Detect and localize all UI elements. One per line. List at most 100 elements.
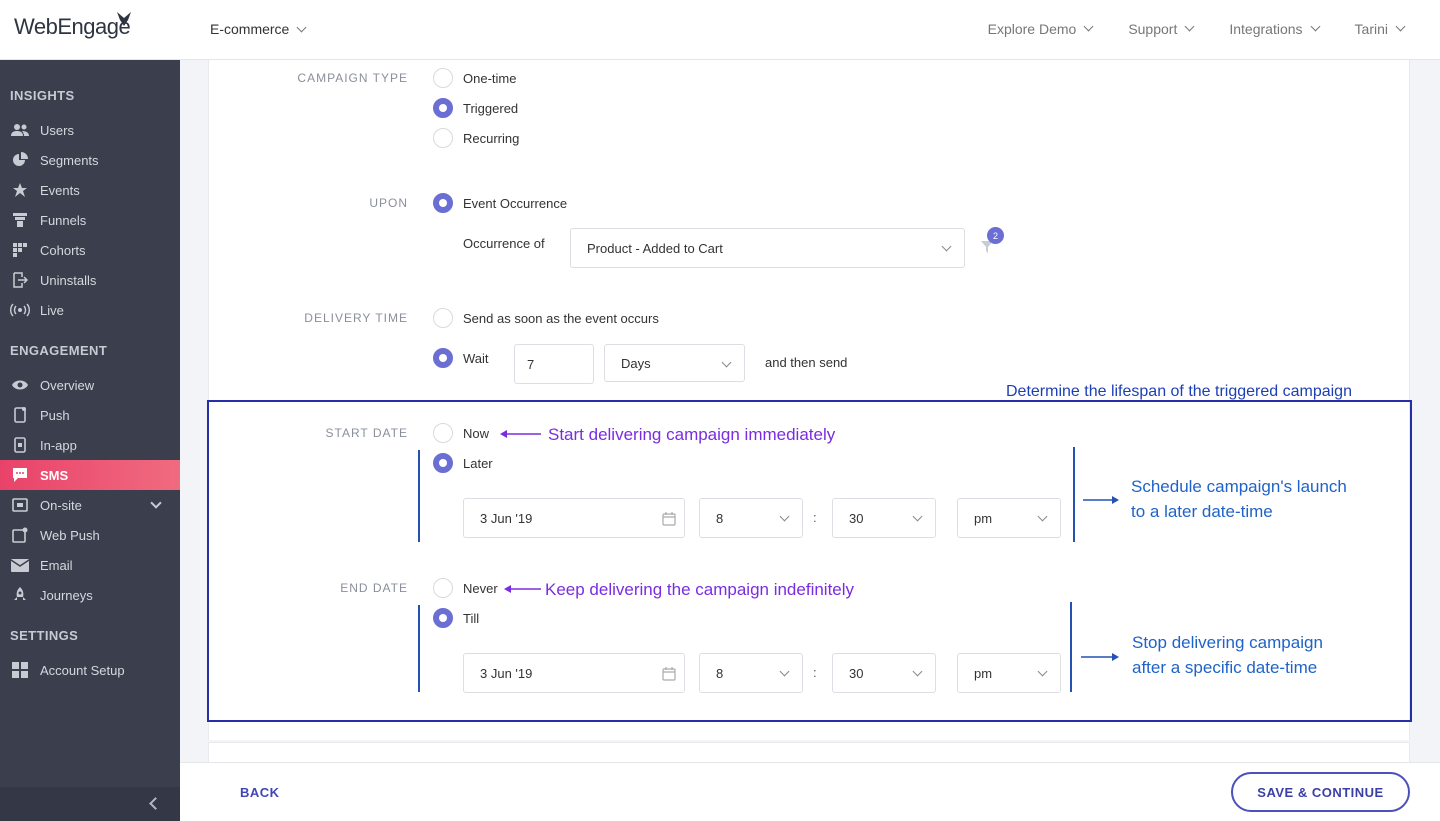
sidebar-item-label: Uninstalls <box>40 272 97 288</box>
star-icon <box>10 182 30 198</box>
arrow-left-icon <box>500 430 541 438</box>
radio-label-never: Never <box>463 581 498 596</box>
rocket-icon <box>10 587 30 603</box>
project-name: E-commerce <box>210 21 290 37</box>
radio-start-now[interactable] <box>433 423 453 443</box>
calendar-icon <box>662 512 676 526</box>
save-continue-button[interactable]: SAVE & CONTINUE <box>1231 772 1410 812</box>
sidebar-item-journeys[interactable]: Journeys <box>0 580 180 610</box>
webengage-logo[interactable]: WebEngage <box>14 14 131 40</box>
calendar-icon <box>662 667 676 681</box>
arrow-right-icon <box>1081 653 1119 661</box>
end-date-picker[interactable]: 3 Jun '19 <box>463 653 685 693</box>
chevron-down-icon <box>912 511 923 522</box>
start-hour-select[interactable]: 8 <box>699 498 803 538</box>
end-date-value: 3 Jun '19 <box>480 665 533 681</box>
radio-label-later: Later <box>463 456 493 471</box>
nav-integrations[interactable]: Integrations <box>1229 21 1320 37</box>
radio-triggered[interactable] <box>433 98 453 118</box>
wait-unit-select[interactable]: Days <box>604 344 745 382</box>
end-ampm-select[interactable]: pm <box>957 653 1061 693</box>
nav-user-menu[interactable]: Tarini <box>1355 21 1406 37</box>
project-selector[interactable]: E-commerce <box>210 21 307 37</box>
annotation-till: Stop delivering campaign after a specifi… <box>1132 630 1323 680</box>
end-minute-select[interactable]: 30 <box>832 653 936 693</box>
filter-count-badge: 2 <box>987 227 1004 244</box>
chevron-down-icon <box>1083 21 1094 31</box>
sidebar-section-settings: SETTINGS <box>10 628 79 643</box>
sidebar-item-label: SMS <box>40 467 69 483</box>
funnel-icon <box>10 212 30 228</box>
top-nav: Explore Demo Support Integrations Tarini <box>988 21 1406 37</box>
sidebar-item-push[interactable]: Push <box>0 400 180 430</box>
start-ampm-select[interactable]: pm <box>957 498 1061 538</box>
radio-send-immediately[interactable] <box>433 308 453 328</box>
annotation-header: Determine the lifespan of the triggered … <box>1006 383 1352 400</box>
browser-icon <box>10 497 30 513</box>
start-date-picker[interactable]: 3 Jun '19 <box>463 498 685 538</box>
chevron-down-icon <box>721 357 732 368</box>
time-separator: : <box>813 510 817 525</box>
event-select[interactable]: Product - Added to Cart <box>570 228 965 268</box>
sidebar-item-funnels[interactable]: Funnels <box>0 205 180 235</box>
sidebar-item-label: Push <box>40 407 70 423</box>
nav-support[interactable]: Support <box>1128 21 1195 37</box>
sidebar-item-account-setup[interactable]: Account Setup <box>0 655 180 685</box>
start-hour-value: 8 <box>716 510 724 526</box>
sidebar-item-sms[interactable]: SMS <box>0 460 180 490</box>
sidebar-item-label: Segments <box>40 152 99 168</box>
sidebar-item-on-site[interactable]: On-site <box>0 490 180 520</box>
and-then-send-text: and then send <box>765 355 848 370</box>
next-section-card <box>208 742 1410 762</box>
radio-wait[interactable] <box>433 348 453 368</box>
sidebar-item-events[interactable]: Events <box>0 175 180 205</box>
users-icon <box>10 122 30 138</box>
sidebar-item-segments[interactable]: Segments <box>0 145 180 175</box>
sidebar-item-overview[interactable]: Overview <box>0 370 180 400</box>
sidebar-section-insights: INSIGHTS <box>10 88 75 103</box>
chevron-down-icon <box>1037 666 1048 677</box>
wait-unit-value: Days <box>621 355 651 371</box>
chevron-down-icon <box>1395 21 1406 31</box>
annotation-bracket <box>418 450 420 542</box>
sidebar-item-web-push[interactable]: Web Push <box>0 520 180 550</box>
radio-end-till[interactable] <box>433 608 453 628</box>
start-minute-select[interactable]: 30 <box>832 498 936 538</box>
sidebar-item-label: Journeys <box>40 587 93 603</box>
envelope-icon <box>10 557 30 573</box>
annotation-bracket <box>1073 447 1075 542</box>
logo-bird-icon <box>117 12 131 26</box>
nav-label: Support <box>1128 21 1178 37</box>
sidebar-item-label: Email <box>40 557 73 573</box>
annotation-till-line2: after a specific date-time <box>1132 658 1318 677</box>
arrow-left-icon <box>504 585 541 593</box>
sidebar-item-label: Live <box>40 302 64 318</box>
sidebar-item-in-app[interactable]: In-app <box>0 430 180 460</box>
annotation-later-line1: Schedule campaign's launch <box>1131 477 1347 496</box>
start-date-label: START DATE <box>325 426 408 440</box>
sidebar-item-live[interactable]: Live <box>0 295 180 325</box>
upon-label: UPON <box>369 196 408 210</box>
radio-recurring[interactable] <box>433 128 453 148</box>
sidebar-item-uninstalls[interactable]: Uninstalls <box>0 265 180 295</box>
end-hour-select[interactable]: 8 <box>699 653 803 693</box>
sidebar-collapse-button[interactable] <box>0 787 180 821</box>
sidebar-item-cohorts[interactable]: Cohorts <box>0 235 180 265</box>
radio-label-till: Till <box>463 611 480 626</box>
radio-start-later[interactable] <box>433 453 453 473</box>
pie-chart-icon <box>10 152 30 168</box>
eye-icon <box>10 377 30 393</box>
back-button[interactable]: BACK <box>240 785 280 800</box>
start-date-value: 3 Jun '19 <box>480 510 533 526</box>
annotation-till-line1: Stop delivering campaign <box>1132 633 1323 652</box>
nav-explore-demo[interactable]: Explore Demo <box>988 21 1094 37</box>
chevron-down-icon <box>912 666 923 677</box>
radio-one-time[interactable] <box>433 68 453 88</box>
radio-event-occurrence[interactable] <box>433 193 453 213</box>
sidebar-item-email[interactable]: Email <box>0 550 180 580</box>
radio-end-never[interactable] <box>433 578 453 598</box>
wait-value-input[interactable]: 7 <box>514 344 594 384</box>
sidebar-item-users[interactable]: Users <box>0 115 180 145</box>
sidebar-item-label: Web Push <box>40 527 100 543</box>
chevron-down-icon[interactable] <box>150 497 162 509</box>
